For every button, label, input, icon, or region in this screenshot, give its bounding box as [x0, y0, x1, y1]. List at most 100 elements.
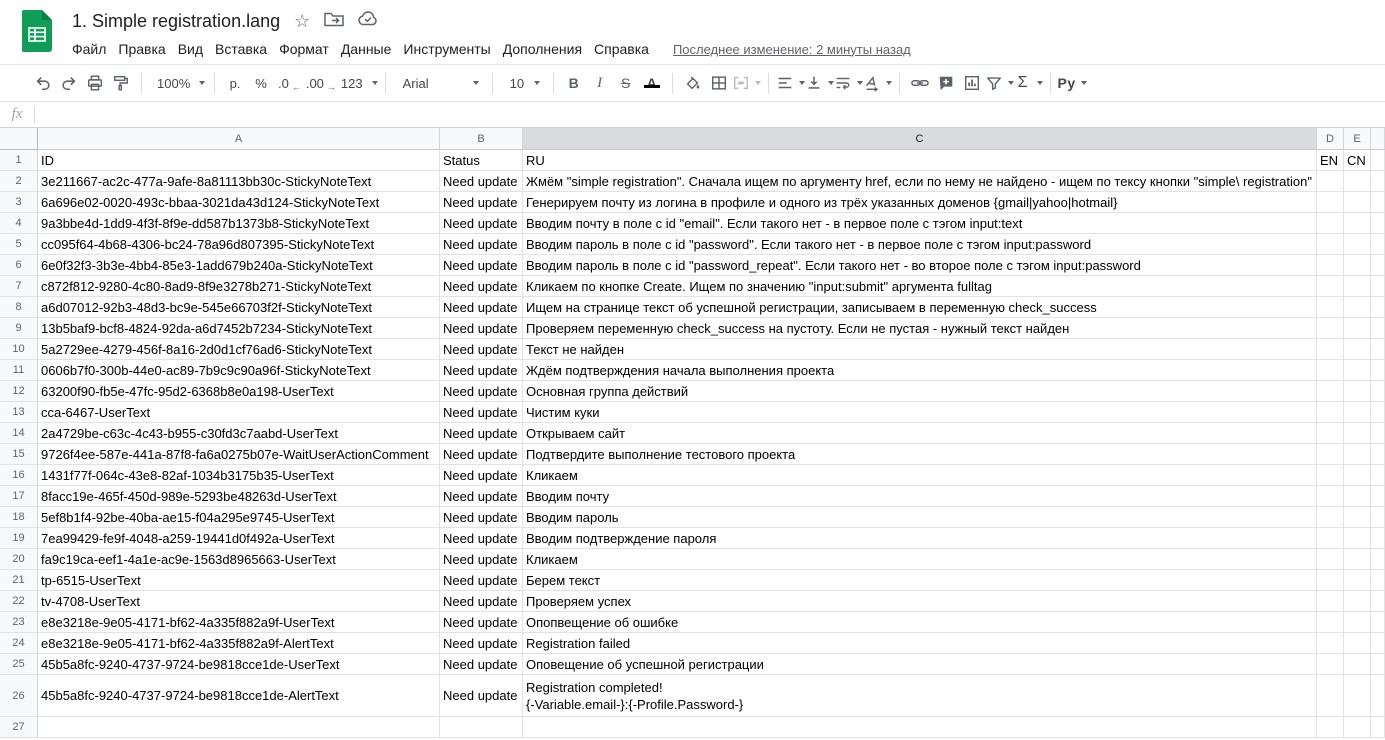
row-number[interactable]: 19	[0, 528, 38, 549]
row-number[interactable]: 20	[0, 549, 38, 570]
row-number[interactable]: 9	[0, 318, 38, 339]
cell-en[interactable]	[1317, 423, 1344, 444]
cell-id[interactable]: cca-6467-UserText	[38, 402, 440, 423]
cell-en[interactable]	[1317, 654, 1344, 675]
cell-cn[interactable]: CN	[1344, 150, 1371, 171]
cell-ru[interactable]: Кликаем	[523, 465, 1317, 486]
row-number[interactable]: 6	[0, 255, 38, 276]
currency-format-button[interactable]: р.	[222, 70, 248, 96]
cell-id[interactable]: ID	[38, 150, 440, 171]
cell-id[interactable]: 8facc19e-465f-450d-989e-5293be48263d-Use…	[38, 486, 440, 507]
cell-extra[interactable]	[1371, 423, 1385, 444]
cell-en[interactable]	[1317, 297, 1344, 318]
cell-id[interactable]: a6d07012-92b3-48d3-bc9e-545e66703f2f-Sti…	[38, 297, 440, 318]
cell-status[interactable]: Need update	[440, 276, 523, 297]
cell-extra[interactable]	[1371, 276, 1385, 297]
cell-cn[interactable]	[1344, 213, 1371, 234]
cell-en[interactable]	[1317, 192, 1344, 213]
redo-button[interactable]	[56, 70, 82, 96]
cell-extra[interactable]	[1371, 339, 1385, 360]
cell-en[interactable]: EN	[1317, 150, 1344, 171]
cell-en[interactable]	[1317, 339, 1344, 360]
cell-en[interactable]	[1317, 360, 1344, 381]
cell-en[interactable]	[1317, 171, 1344, 192]
menu-data[interactable]: Данные	[335, 39, 398, 59]
row-number[interactable]: 1	[0, 150, 38, 171]
cell-status[interactable]: Status	[440, 150, 523, 171]
cell-extra[interactable]	[1371, 549, 1385, 570]
cell-extra[interactable]	[1371, 381, 1385, 402]
column-header-a[interactable]: A	[38, 128, 440, 150]
font-select[interactable]: Arial	[393, 70, 485, 96]
strikethrough-button[interactable]: S	[613, 70, 639, 96]
menu-insert[interactable]: Вставка	[209, 39, 273, 59]
row-number[interactable]: 24	[0, 633, 38, 654]
fill-color-button[interactable]	[680, 70, 706, 96]
cell-id[interactable]: 5ef8b1f4-92be-40ba-ae15-f04a295e9745-Use…	[38, 507, 440, 528]
cell-cn[interactable]	[1344, 318, 1371, 339]
cell-cn[interactable]	[1344, 528, 1371, 549]
star-icon[interactable]: ☆	[294, 12, 310, 30]
cell-extra[interactable]	[1371, 591, 1385, 612]
borders-button[interactable]	[706, 70, 732, 96]
cell-cn[interactable]	[1344, 465, 1371, 486]
cell-id[interactable]: 7ea99429-fe9f-4048-a259-19441d0f492a-Use…	[38, 528, 440, 549]
cell-ru[interactable]: Вводим подтверждение пароля	[523, 528, 1317, 549]
column-header-b[interactable]: B	[440, 128, 523, 150]
cell-cn[interactable]	[1344, 717, 1371, 738]
cell-ru[interactable]: Текст не найден	[523, 339, 1317, 360]
cell-ru[interactable]: Ищем на странице текст об успешной регис…	[523, 297, 1317, 318]
merge-cells-button[interactable]	[732, 70, 761, 96]
cell-status[interactable]: Need update	[440, 633, 523, 654]
cell-id[interactable]: 45b5a8fc-9240-4737-9724-be9818cce1de-Ale…	[38, 675, 440, 717]
row-number[interactable]: 7	[0, 276, 38, 297]
cell-id[interactable]: 1431f77f-064c-43e8-82af-1034b3175b35-Use…	[38, 465, 440, 486]
cell-extra[interactable]	[1371, 213, 1385, 234]
decrease-decimal-button[interactable]: .0←	[274, 70, 302, 96]
cell-extra[interactable]	[1371, 360, 1385, 381]
cell-id[interactable]: 63200f90-fb5e-47fc-95d2-6368b8e0a198-Use…	[38, 381, 440, 402]
percent-format-button[interactable]: %	[248, 70, 274, 96]
cell-id[interactable]: e8e3218e-9e05-4171-bf62-4a335f882a9f-Use…	[38, 612, 440, 633]
row-number[interactable]: 8	[0, 297, 38, 318]
cell-status[interactable]: Need update	[440, 612, 523, 633]
italic-button[interactable]: I	[587, 70, 613, 96]
cell-ru[interactable]: Кликаем по кнопке Create. Ищем по значен…	[523, 276, 1317, 297]
cell-extra[interactable]	[1371, 171, 1385, 192]
filter-button[interactable]	[985, 70, 1014, 96]
cell-ru[interactable]: Основная группа действий	[523, 381, 1317, 402]
cell-status[interactable]: Need update	[440, 528, 523, 549]
cell-id[interactable]: tp-6515-UserText	[38, 570, 440, 591]
cell-cn[interactable]	[1344, 654, 1371, 675]
cell-status[interactable]: Need update	[440, 570, 523, 591]
cell-ru[interactable]: Вводим пароль в поле с id "password_repe…	[523, 255, 1317, 276]
cell-cn[interactable]	[1344, 381, 1371, 402]
cell-ru[interactable]: Ждём подтверждения начала выполнения про…	[523, 360, 1317, 381]
text-rotation-button[interactable]	[863, 70, 892, 96]
insert-chart-button[interactable]	[959, 70, 985, 96]
cell-cn[interactable]	[1344, 339, 1371, 360]
cell-status[interactable]: Need update	[440, 171, 523, 192]
row-number[interactable]: 17	[0, 486, 38, 507]
cell-cn[interactable]	[1344, 486, 1371, 507]
cell-status[interactable]: Need update	[440, 675, 523, 717]
menu-tools[interactable]: Инструменты	[397, 39, 496, 59]
cell-extra[interactable]	[1371, 654, 1385, 675]
cell-en[interactable]	[1317, 255, 1344, 276]
cell-status[interactable]: Need update	[440, 423, 523, 444]
cell-id[interactable]: 3e211667-ac2c-477a-9afe-8a81113bb30c-Sti…	[38, 171, 440, 192]
cell-ru[interactable]: Проверяем успех	[523, 591, 1317, 612]
font-size-select[interactable]: 10	[500, 70, 546, 96]
cell-en[interactable]	[1317, 675, 1344, 717]
cell-ru[interactable]: Жмём "simple registration". Сначала ищем…	[523, 171, 1317, 192]
cell-extra[interactable]	[1371, 633, 1385, 654]
cell-ru[interactable]: Подтвердите выполнение тестового проекта	[523, 444, 1317, 465]
sheets-logo-icon[interactable]	[22, 10, 52, 52]
cell-cn[interactable]	[1344, 360, 1371, 381]
row-number[interactable]: 18	[0, 507, 38, 528]
cell-extra[interactable]	[1371, 318, 1385, 339]
cell-en[interactable]	[1317, 444, 1344, 465]
cell-en[interactable]	[1317, 507, 1344, 528]
last-edit-link[interactable]: Последнее изменение: 2 минуты назад	[673, 42, 911, 57]
cell-status[interactable]: Need update	[440, 465, 523, 486]
